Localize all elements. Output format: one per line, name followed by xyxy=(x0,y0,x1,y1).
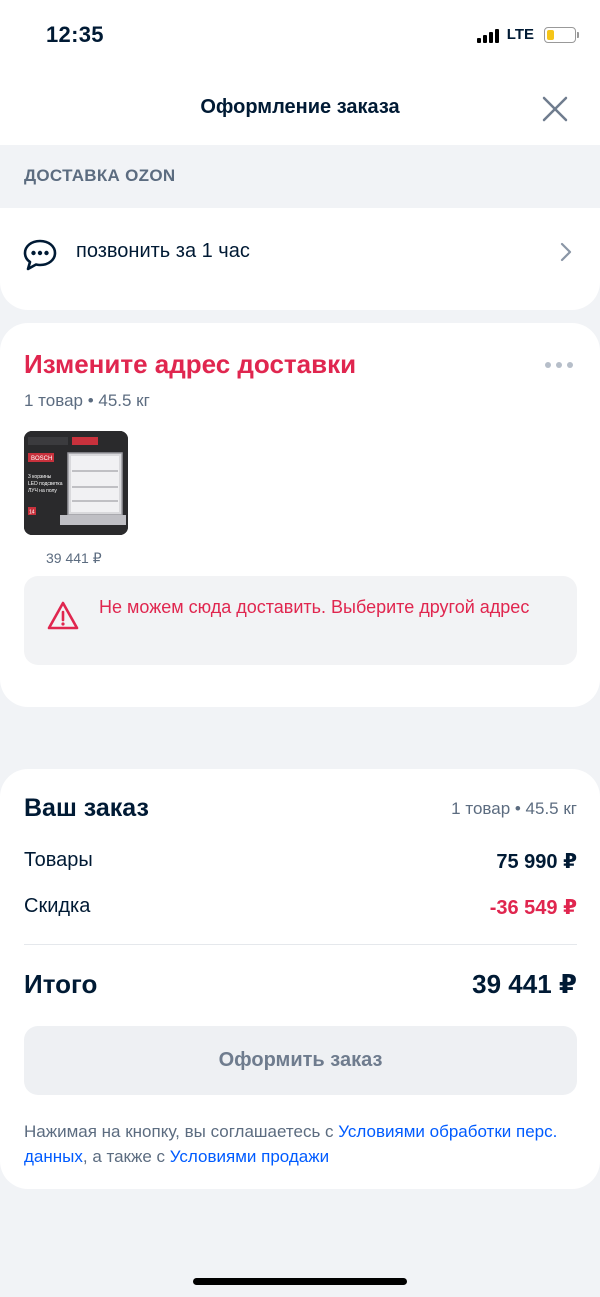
product-caption-2: LED подсветка xyxy=(28,481,63,487)
goods-label: Товары xyxy=(24,849,93,871)
total-value: 39 441 ₽ xyxy=(472,969,577,999)
place-order-button[interactable]: Оформить заказ xyxy=(24,1026,577,1095)
status-bar: 12:35 LTE xyxy=(0,0,600,72)
discount-label: Скидка xyxy=(24,895,91,917)
legal-prefix: Нажимая на кнопку, вы соглашаетесь с xyxy=(24,1122,339,1141)
legal-middle: , а также с xyxy=(82,1147,170,1166)
home-indicator[interactable] xyxy=(193,1278,407,1285)
status-time: 12:35 xyxy=(46,22,104,47)
product-price: 39 441 ₽ xyxy=(46,550,102,566)
warning-triangle-icon xyxy=(47,601,79,630)
status-indicators: LTE xyxy=(476,26,579,43)
more-dots-icon[interactable] xyxy=(544,361,574,369)
product-brand-text: BOSCH xyxy=(31,456,52,462)
total-label: Итого xyxy=(24,969,98,999)
signal-icon xyxy=(476,27,499,43)
page-header: Оформление заказа xyxy=(0,72,600,145)
chevron-right-icon xyxy=(560,242,572,262)
delivery-alert-text: Не можем сюда доставить. Выберите другой… xyxy=(99,597,530,617)
chat-bubble-icon xyxy=(23,239,57,271)
page-title: Оформление заказа xyxy=(200,96,400,118)
product-thumbnail[interactable]: BOSCH 3 корзины LED подсветка ЛУЧ на пол… xyxy=(24,431,128,535)
order-summary-meta: 1 товар • 45.5 кг xyxy=(451,799,577,818)
discount-value: -36 549 ₽ xyxy=(489,897,577,919)
product-badge-text: 14 xyxy=(29,510,35,516)
change-address-title[interactable]: Измените адрес доставки xyxy=(24,349,356,380)
product-caption-3: ЛУЧ на полу xyxy=(28,488,57,494)
order-summary-card: Ваш заказ 1 товар • 45.5 кг Товары 75 99… xyxy=(0,769,600,1189)
close-icon[interactable] xyxy=(540,94,570,124)
call-option-label: позвонить за 1 час xyxy=(76,240,250,262)
product-caption-1: 3 корзины xyxy=(28,474,52,480)
shipment-meta: 1 товар • 45.5 кг xyxy=(24,391,150,410)
sale-terms-link[interactable]: Условиями продажи xyxy=(170,1147,329,1166)
network-type: LTE xyxy=(506,26,534,43)
order-summary-title: Ваш заказ xyxy=(24,794,149,822)
product-image: BOSCH 3 корзины LED подсветка ЛУЧ на пол… xyxy=(24,431,128,535)
legal-text: Нажимая на кнопку, вы соглашаетесь с Усл… xyxy=(24,1119,577,1169)
call-option-row[interactable]: позвонить за 1 час xyxy=(0,208,600,310)
summary-divider xyxy=(24,944,577,945)
goods-value: 75 990 ₽ xyxy=(496,851,577,873)
battery-icon xyxy=(544,26,579,43)
delivery-section-label: ДОСТАВКА OZON xyxy=(24,166,176,185)
delivery-card: Измените адрес доставки 1 товар • 45.5 к… xyxy=(0,323,600,707)
delivery-alert: Не можем сюда доставить. Выберите другой… xyxy=(24,576,577,665)
